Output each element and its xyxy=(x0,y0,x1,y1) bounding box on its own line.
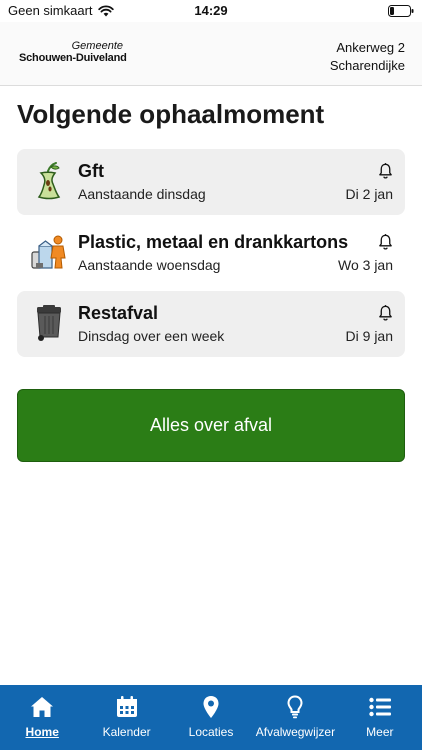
item-date: Di 2 jan xyxy=(345,186,393,202)
list-item-plastic[interactable]: Plastic, metaal en drankkartons Aanstaan… xyxy=(17,220,405,286)
tab-label: Meer xyxy=(366,725,394,739)
item-name: Restafval xyxy=(78,303,159,323)
status-bar: Geen simkaart 14:29 xyxy=(0,0,422,22)
tab-label: Home xyxy=(25,725,59,739)
address-selector[interactable]: Ankerweg 2 Scharendijke xyxy=(330,39,405,75)
logo-bottom-text: Schouwen-Duiveland xyxy=(19,52,127,64)
item-subtitle: Aanstaande dinsdag xyxy=(78,186,206,202)
tab-locaties[interactable]: Locaties xyxy=(169,685,253,750)
address-street: Ankerweg 2 xyxy=(336,40,405,55)
list-icon xyxy=(369,697,391,717)
logo-top-text: Gemeente xyxy=(71,40,123,52)
trash-bin-icon xyxy=(37,305,61,341)
tab-label: Kalender xyxy=(102,725,151,739)
tab-label: Afvalwegwijzer xyxy=(255,725,336,739)
battery-icon xyxy=(388,5,414,17)
item-date: Wo 3 jan xyxy=(338,257,393,273)
home-icon xyxy=(31,697,54,717)
bell-icon[interactable] xyxy=(377,304,394,322)
tab-kalender[interactable]: Kalender xyxy=(84,685,168,750)
item-name: Plastic, metaal en drankkartons xyxy=(78,232,349,252)
tab-bar: Home Kalender Locaties Afvalwegwijzer Me… xyxy=(0,685,422,750)
calendar-icon xyxy=(116,696,137,717)
lightbulb-icon xyxy=(287,695,303,719)
bell-icon[interactable] xyxy=(377,233,394,251)
plastic-metal-icon xyxy=(31,235,66,269)
location-pin-icon xyxy=(203,696,219,718)
bell-icon[interactable] xyxy=(377,162,394,180)
item-name: Gft xyxy=(78,161,104,181)
tab-home[interactable]: Home xyxy=(0,685,84,750)
tab-afvalwegwijzer[interactable]: Afvalwegwijzer xyxy=(253,685,337,750)
tab-meer[interactable]: Meer xyxy=(338,685,422,750)
clock: 14:29 xyxy=(194,3,228,18)
page-title: Volgende ophaalmoment xyxy=(17,99,325,129)
address-town: Scharendijke xyxy=(329,58,405,73)
all-about-waste-button[interactable]: Alles over afval xyxy=(17,389,405,462)
item-date: Di 9 jan xyxy=(345,328,393,344)
tab-label: Locaties xyxy=(188,725,234,739)
list-item-gft[interactable]: Gft Aanstaande dinsdag Di 2 jan xyxy=(17,149,405,215)
list-item-restafval[interactable]: Restafval Dinsdag over een week Di 9 jan xyxy=(17,291,405,357)
municipality-logo: Gemeente Schouwen-Duiveland xyxy=(19,40,127,65)
item-subtitle: Dinsdag over een week xyxy=(78,328,225,344)
item-subtitle: Aanstaande woensdag xyxy=(78,257,221,273)
apple-core-icon xyxy=(37,162,61,200)
app-header: Gemeente Schouwen-Duiveland Ankerweg 2 S… xyxy=(0,22,422,86)
